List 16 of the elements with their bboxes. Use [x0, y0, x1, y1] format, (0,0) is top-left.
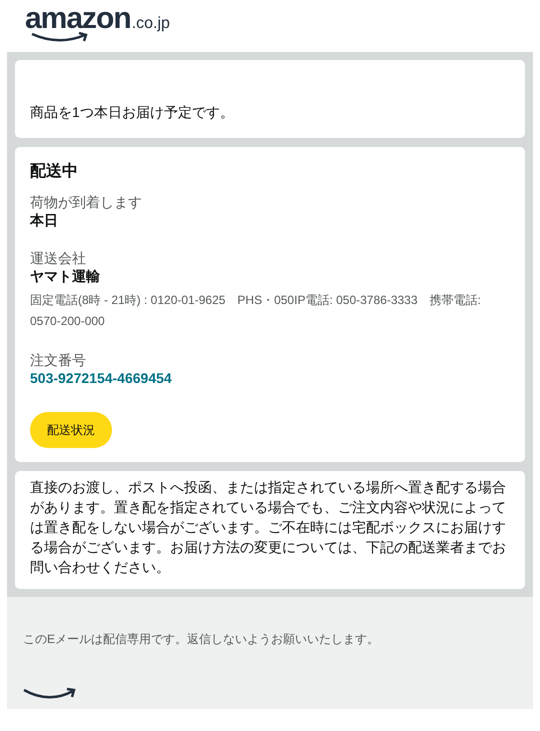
notice-text: 直接のお渡し、ポストへ投函、または指定されている場所へ置き配する場合があります。置き配を指定されている場合でも、ご注文内容や状況によっては置き配をしない場合がございます。ご不在時には宅配ボックスにお届けする場合がございます。お届け方法の変更については、下記の配送業者までお問い合わせください。 — [30, 479, 506, 575]
field-label: 運送会社 — [30, 250, 87, 268]
summary-text: 商品を1つ本日お届け予定です。 — [30, 104, 234, 120]
field-value: ヤマト運輸 — [30, 268, 101, 286]
logo-domain: .co.jp — [132, 15, 170, 33]
order-number-link[interactable]: 503-9272154-4669454 — [30, 370, 510, 386]
field-label: 荷物が到着します — [30, 194, 143, 212]
field-value: 本日 — [30, 212, 59, 230]
logo-wordmark: amazon — [25, 2, 131, 36]
smile-arrow-icon — [23, 686, 77, 700]
field-label: 注文番号 — [30, 352, 87, 370]
tracking-button[interactable]: 配送状況 — [30, 412, 112, 448]
smile-arrow-icon — [31, 32, 89, 42]
footer-text: このEメールは配信専用です。返信しないようお願いいたします。 — [23, 631, 380, 648]
status-title: 配送中 — [30, 162, 79, 182]
phone-note: 固定電話(8時 - 21時) : 0120-01-9625 PHS・050IP電話: 050-3786-3333 携帯電話: 0570-200-000 — [30, 292, 482, 330]
